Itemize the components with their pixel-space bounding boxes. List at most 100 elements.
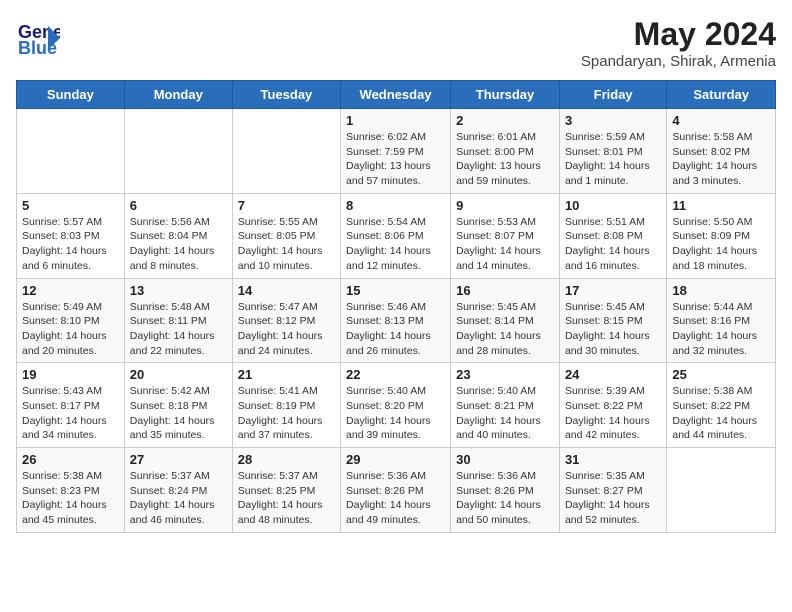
calendar-week-row: 12Sunrise: 5:49 AM Sunset: 8:10 PM Dayli… [17,278,776,363]
calendar-cell: 22Sunrise: 5:40 AM Sunset: 8:20 PM Dayli… [341,363,451,448]
calendar-cell: 20 Sunrise: 5:42 AM Sunset: 8:18 PM Dayli… [124,363,232,448]
calendar-cell: 27 Sunrise: 5:37 AM Sunset: 8:24 PM Dayli… [124,448,232,533]
weekday-header: Friday [559,81,666,109]
day-number: 12 [22,283,119,298]
day-info: Sunrise: 5:42 AM Sunset: 8:18 PM Dayligh… [130,384,227,443]
day-info: Sunrise: 5:39 AM Sunset: 8:22 PM Dayligh… [565,384,661,443]
calendar-cell: 19 Sunrise: 5:43 AM Sunset: 8:17 PM Dayli… [17,363,125,448]
calendar-cell: 29 Sunrise: 5:36 AM Sunset: 8:26 PM Dayli… [341,448,451,533]
day-info: Sunrise: 5:45 AM Sunset: 8:14 PM Dayligh… [456,300,554,359]
day-number: 28 [238,452,335,467]
day-number: 16 [456,283,554,298]
day-info: Sunrise: 5:55 AM Sunset: 8:05 PM Dayligh… [238,215,335,274]
calendar-cell: 28 Sunrise: 5:37 AM Sunset: 8:25 PM Dayli… [232,448,340,533]
page-header: General Blue May 2024 Spandaryan, Shirak… [16,16,776,70]
calendar-cell: 24 Sunrise: 5:39 AM Sunset: 8:22 PM Dayli… [559,363,666,448]
weekday-header: Monday [124,81,232,109]
calendar-week-row: 19 Sunrise: 5:43 AM Sunset: 8:17 PM Dayli… [17,363,776,448]
day-info: Sunrise: 5:54 AM Sunset: 8:06 PM Dayligh… [346,215,445,274]
day-number: 11 [672,198,770,213]
day-number: 5 [22,198,119,213]
day-number: 24 [565,367,661,382]
location: Spandaryan, Shirak, Armenia [581,53,776,70]
day-number: 25 [672,367,770,382]
day-info: Sunrise: 5:47 AM Sunset: 8:12 PM Dayligh… [238,300,335,359]
calendar-cell: 31Sunrise: 5:35 AM Sunset: 8:27 PM Dayli… [559,448,666,533]
calendar-cell: 18Sunrise: 5:44 AM Sunset: 8:16 PM Dayli… [667,278,776,363]
calendar-cell: 15 Sunrise: 5:46 AM Sunset: 8:13 PM Dayli… [341,278,451,363]
calendar-cell: 6Sunrise: 5:56 AM Sunset: 8:04 PM Daylig… [124,193,232,278]
day-info: Sunrise: 6:02 AM Sunset: 7:59 PM Dayligh… [346,130,445,189]
calendar-cell: 7 Sunrise: 5:55 AM Sunset: 8:05 PM Daylig… [232,193,340,278]
calendar-cell: 2Sunrise: 6:01 AM Sunset: 8:00 PM Daylig… [451,109,560,194]
day-number: 1 [346,113,445,128]
calendar-header: SundayMondayTuesdayWednesdayThursdayFrid… [17,81,776,109]
calendar-body: 1 Sunrise: 6:02 AM Sunset: 7:59 PM Daylig… [17,109,776,533]
day-info: Sunrise: 5:43 AM Sunset: 8:17 PM Dayligh… [22,384,119,443]
calendar-cell: 21 Sunrise: 5:41 AM Sunset: 8:19 PM Dayli… [232,363,340,448]
calendar-cell: 13Sunrise: 5:48 AM Sunset: 8:11 PM Dayli… [124,278,232,363]
calendar-cell: 23 Sunrise: 5:40 AM Sunset: 8:21 PM Dayli… [451,363,560,448]
calendar-cell: 10Sunrise: 5:51 AM Sunset: 8:08 PM Dayli… [559,193,666,278]
calendar-cell: 4 Sunrise: 5:58 AM Sunset: 8:02 PM Daylig… [667,109,776,194]
day-number: 19 [22,367,119,382]
day-number: 9 [456,198,554,213]
day-info: Sunrise: 5:50 AM Sunset: 8:09 PM Dayligh… [672,215,770,274]
day-number: 7 [238,198,335,213]
calendar-cell: 11 Sunrise: 5:50 AM Sunset: 8:09 PM Dayli… [667,193,776,278]
day-info: Sunrise: 5:37 AM Sunset: 8:25 PM Dayligh… [238,469,335,528]
day-info: Sunrise: 5:36 AM Sunset: 8:26 PM Dayligh… [456,469,554,528]
calendar-week-row: 1 Sunrise: 6:02 AM Sunset: 7:59 PM Daylig… [17,109,776,194]
day-info: Sunrise: 5:45 AM Sunset: 8:15 PM Dayligh… [565,300,661,359]
day-number: 14 [238,283,335,298]
day-info: Sunrise: 5:58 AM Sunset: 8:02 PM Dayligh… [672,130,770,189]
day-number: 20 [130,367,227,382]
day-number: 27 [130,452,227,467]
calendar-cell: 12Sunrise: 5:49 AM Sunset: 8:10 PM Dayli… [17,278,125,363]
day-info: Sunrise: 5:41 AM Sunset: 8:19 PM Dayligh… [238,384,335,443]
day-info: Sunrise: 5:40 AM Sunset: 8:21 PM Dayligh… [456,384,554,443]
day-number: 18 [672,283,770,298]
calendar-header-row: SundayMondayTuesdayWednesdayThursdayFrid… [17,81,776,109]
calendar-cell: 3Sunrise: 5:59 AM Sunset: 8:01 PM Daylig… [559,109,666,194]
title-block: May 2024 Spandaryan, Shirak, Armenia [581,16,776,70]
day-info: Sunrise: 5:38 AM Sunset: 8:22 PM Dayligh… [672,384,770,443]
day-info: Sunrise: 5:36 AM Sunset: 8:26 PM Dayligh… [346,469,445,528]
calendar-cell [232,109,340,194]
month-title: May 2024 [581,16,776,53]
day-number: 6 [130,198,227,213]
logo-icon: General Blue [16,16,60,60]
day-info: Sunrise: 5:38 AM Sunset: 8:23 PM Dayligh… [22,469,119,528]
day-number: 10 [565,198,661,213]
calendar-cell: 25 Sunrise: 5:38 AM Sunset: 8:22 PM Dayli… [667,363,776,448]
calendar-cell: 14 Sunrise: 5:47 AM Sunset: 8:12 PM Dayli… [232,278,340,363]
calendar-cell: 1 Sunrise: 6:02 AM Sunset: 7:59 PM Daylig… [341,109,451,194]
day-info: Sunrise: 5:59 AM Sunset: 8:01 PM Dayligh… [565,130,661,189]
weekday-header: Sunday [17,81,125,109]
calendar-cell [667,448,776,533]
calendar-cell: 17Sunrise: 5:45 AM Sunset: 8:15 PM Dayli… [559,278,666,363]
day-info: Sunrise: 5:46 AM Sunset: 8:13 PM Dayligh… [346,300,445,359]
weekday-header: Wednesday [341,81,451,109]
day-number: 15 [346,283,445,298]
day-number: 29 [346,452,445,467]
calendar-cell: 8 Sunrise: 5:54 AM Sunset: 8:06 PM Daylig… [341,193,451,278]
day-number: 30 [456,452,554,467]
calendar-cell [17,109,125,194]
calendar-cell: 16 Sunrise: 5:45 AM Sunset: 8:14 PM Dayli… [451,278,560,363]
day-number: 21 [238,367,335,382]
day-number: 22 [346,367,445,382]
weekday-header: Saturday [667,81,776,109]
day-info: Sunrise: 5:37 AM Sunset: 8:24 PM Dayligh… [130,469,227,528]
day-number: 23 [456,367,554,382]
day-info: Sunrise: 5:35 AM Sunset: 8:27 PM Dayligh… [565,469,661,528]
weekday-header: Tuesday [232,81,340,109]
calendar-week-row: 26 Sunrise: 5:38 AM Sunset: 8:23 PM Dayli… [17,448,776,533]
day-number: 26 [22,452,119,467]
day-number: 8 [346,198,445,213]
logo: General Blue [16,16,60,65]
calendar-cell: 30 Sunrise: 5:36 AM Sunset: 8:26 PM Dayli… [451,448,560,533]
day-number: 4 [672,113,770,128]
day-info: Sunrise: 5:53 AM Sunset: 8:07 PM Dayligh… [456,215,554,274]
calendar-cell [124,109,232,194]
